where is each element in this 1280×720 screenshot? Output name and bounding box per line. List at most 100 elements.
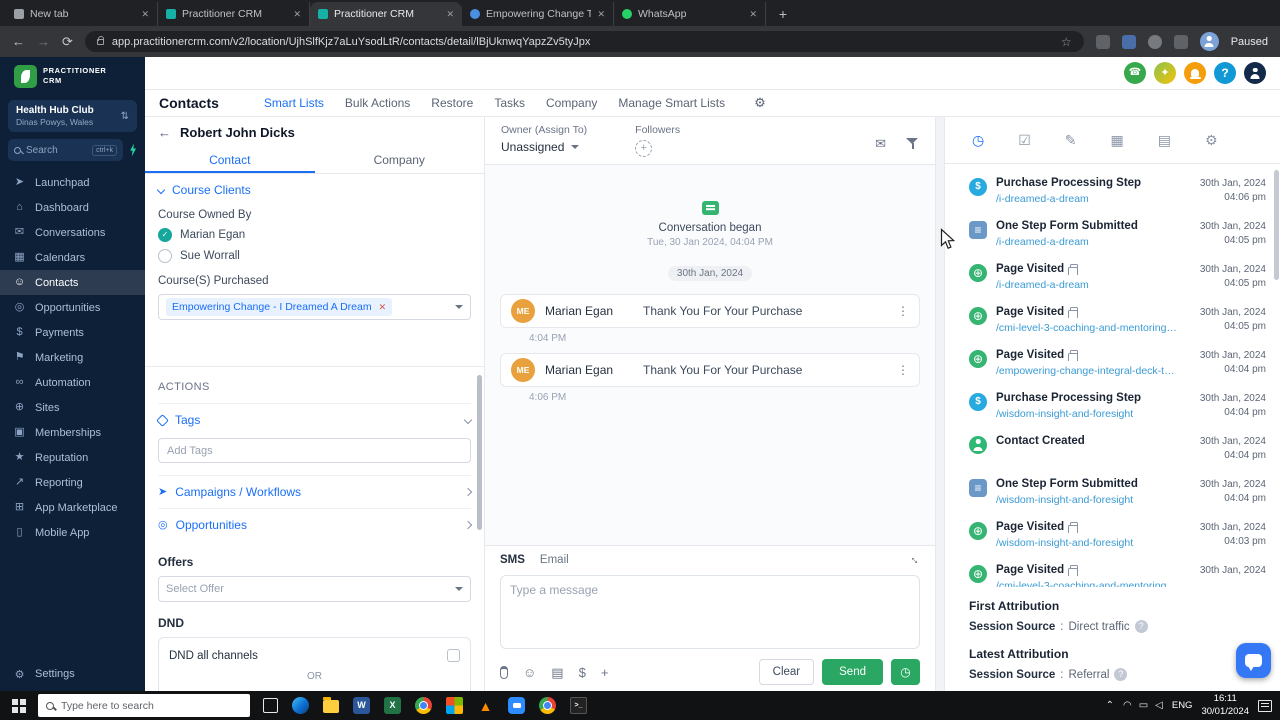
tab-close-icon[interactable]: ✕ xyxy=(446,9,454,20)
tab-close-icon[interactable]: ✕ xyxy=(293,9,301,20)
message-menu-icon[interactable]: ⋮ xyxy=(897,363,909,377)
timeline-link[interactable]: /cmi-level-3-coaching-and-mentoring-page… xyxy=(996,580,1179,587)
browser-tab[interactable]: WhatsApp ✕ xyxy=(614,2,766,26)
taskbar-app-icon[interactable]: W xyxy=(353,697,370,714)
taskbar-app-icon[interactable]: ▲ xyxy=(477,697,494,714)
brand-logo[interactable]: PRACTITIONER CRM xyxy=(0,57,145,95)
tab-close-icon[interactable]: ✕ xyxy=(597,9,605,20)
course-purchased-select[interactable]: Empowering Change - I Dreamed A Dream ✕ xyxy=(158,294,471,320)
sidebar-item[interactable]: ▯ Mobile App xyxy=(0,520,145,545)
composer-tab[interactable]: Email xyxy=(540,554,569,566)
add-tags-input[interactable] xyxy=(158,438,471,463)
taskbar-app-icon[interactable] xyxy=(415,697,432,714)
sidebar-item-settings[interactable]: ⚙ Settings xyxy=(0,657,145,691)
select-offer-dropdown[interactable]: Select Offer xyxy=(158,576,471,602)
opportunities-toggle[interactable]: ◎ Opportunities xyxy=(158,508,473,541)
browser-profile-avatar[interactable] xyxy=(1199,32,1219,51)
academy-icon[interactable]: ✦ xyxy=(1154,62,1176,84)
timeline-item[interactable]: Page Visited /empowering-change-integral… xyxy=(969,344,1266,387)
schedule-send-button[interactable]: ◷ xyxy=(891,659,920,685)
message-input[interactable] xyxy=(510,583,910,641)
sidebar-item[interactable]: ⌂ Dashboard xyxy=(0,195,145,220)
timeline-link[interactable]: /wisdom-insight-and-foresight xyxy=(996,537,1179,549)
taskbar-app-icon[interactable] xyxy=(292,697,309,714)
start-button[interactable] xyxy=(0,691,38,720)
copy-icon[interactable] xyxy=(1067,350,1079,361)
contacts-nav-tab[interactable]: Smart Lists xyxy=(264,96,324,110)
phone-icon[interactable]: ☎ xyxy=(1124,62,1146,84)
timeline-item[interactable]: Page Visited /wisdom-insight-and-foresig… xyxy=(969,516,1266,559)
activity-tab-icon[interactable]: ☑ xyxy=(1018,133,1031,147)
help-icon[interactable]: ? xyxy=(1214,62,1236,84)
tray-icon[interactable]: ▭ xyxy=(1139,700,1148,711)
copy-icon[interactable] xyxy=(1067,522,1079,533)
timeline-item[interactable]: Purchase Processing Step /i-dreamed-a-dr… xyxy=(969,172,1266,215)
copy-icon[interactable] xyxy=(1067,264,1079,275)
template-icon[interactable]: ▤ xyxy=(551,666,563,679)
taskbar-app-icon[interactable] xyxy=(508,697,525,714)
message-card[interactable]: ME Marian Egan Thank You For Your Purcha… xyxy=(500,294,920,328)
sidebar-item[interactable]: $ Payments xyxy=(0,320,145,345)
taskbar-app-icon[interactable] xyxy=(539,697,556,714)
contact-panel-scrollbar[interactable] xyxy=(477,375,482,530)
browser-tab[interactable]: Empowering Change Thank Yo... ✕ xyxy=(462,2,614,26)
back-button[interactable]: ← xyxy=(158,125,171,140)
attachment-icon[interactable] xyxy=(500,665,508,679)
emoji-icon[interactable]: ☺ xyxy=(523,666,536,679)
course-clients-section-toggle[interactable]: Course Clients xyxy=(156,183,471,197)
email-thread-icon[interactable]: ✉ xyxy=(875,137,886,150)
timeline-item[interactable]: Page Visited /i-dreamed-a-dream 30th Jan… xyxy=(969,258,1266,301)
timeline-item[interactable]: Contact Created 30th Jan, 2024 04:04 pm xyxy=(969,430,1266,473)
sync-paused-label[interactable]: Paused xyxy=(1231,36,1268,48)
language-indicator[interactable]: ENG xyxy=(1172,700,1193,711)
add-follower-button[interactable]: + xyxy=(635,140,653,157)
sidebar-item[interactable]: ★ Reputation xyxy=(0,445,145,470)
timeline-item[interactable]: Page Visited /cmi-level-3-coaching-and-m… xyxy=(969,559,1266,587)
timeline-link[interactable]: /i-dreamed-a-dream xyxy=(996,279,1179,291)
browser-back-icon[interactable]: ← xyxy=(12,35,25,48)
filter-icon[interactable] xyxy=(906,138,919,149)
chip-remove-icon[interactable]: ✕ xyxy=(379,302,387,313)
timeline-link[interactable]: /i-dreamed-a-dream xyxy=(996,193,1179,205)
contacts-nav-tab[interactable]: Manage Smart Lists xyxy=(618,96,725,110)
message-card[interactable]: ME Marian Egan Thank You For Your Purcha… xyxy=(500,353,920,387)
contacts-nav-tab[interactable]: Company xyxy=(546,96,597,110)
clear-button[interactable]: Clear xyxy=(758,659,815,685)
sidebar-search-input[interactable] xyxy=(26,144,88,156)
help-icon[interactable]: ? xyxy=(1134,620,1148,633)
timeline-link[interactable]: /wisdom-insight-and-foresight xyxy=(996,494,1179,506)
taskbar-clock[interactable]: 16:11 30/01/2024 xyxy=(1201,693,1249,718)
profile-avatar[interactable] xyxy=(1244,62,1266,84)
copy-icon[interactable] xyxy=(1067,565,1079,576)
sidebar-search[interactable]: ctrl+k xyxy=(8,139,123,161)
copy-icon[interactable] xyxy=(1067,307,1079,318)
radio-icon[interactable] xyxy=(158,249,172,263)
activity-tab-icon[interactable]: ⚙ xyxy=(1205,133,1218,147)
taskbar-search-input[interactable] xyxy=(61,699,242,712)
timeline-item[interactable]: Page Visited /cmi-level-3-coaching-and-m… xyxy=(969,301,1266,344)
browser-refresh-icon[interactable]: ⟳ xyxy=(62,35,73,48)
browser-tab[interactable]: Practitioner CRM ✕ xyxy=(310,2,462,26)
course-owner-option[interactable]: Sue Worrall xyxy=(158,249,471,263)
message-menu-icon[interactable]: ⋮ xyxy=(897,304,909,318)
tab-close-icon[interactable]: ✕ xyxy=(141,9,149,20)
taskbar-search[interactable] xyxy=(38,694,250,717)
payment-request-icon[interactable]: $ xyxy=(579,666,586,679)
site-info-lock-icon[interactable] xyxy=(96,35,105,45)
tags-section-toggle[interactable]: Tags xyxy=(156,403,473,436)
owner-dropdown[interactable]: Unassigned xyxy=(501,140,587,154)
sidebar-item[interactable]: ▦ Calendars xyxy=(0,245,145,270)
location-switcher[interactable]: Health Hub Club Dinas Powys, Wales ⇅ xyxy=(8,100,137,132)
contacts-nav-tab[interactable]: Restore xyxy=(431,96,473,110)
send-button[interactable]: Send xyxy=(822,659,883,685)
campaigns-workflows-toggle[interactable]: ➤ Campaigns / Workflows xyxy=(158,475,473,508)
new-tab-button[interactable]: + xyxy=(772,3,794,25)
taskbar-app-icon[interactable] xyxy=(446,697,463,714)
sidebar-item[interactable]: ➤ Launchpad xyxy=(0,170,145,195)
action-center-icon[interactable] xyxy=(1258,699,1272,712)
bookmark-star-icon[interactable]: ☆ xyxy=(1061,35,1072,49)
extension-icon[interactable] xyxy=(1147,34,1162,49)
sidebar-item[interactable]: ⊞ App Marketplace xyxy=(0,495,145,520)
timeline-item[interactable]: Purchase Processing Step /wisdom-insight… xyxy=(969,387,1266,430)
url-bar[interactable]: app.practitionercrm.com/v2/location/UjhS… xyxy=(84,31,1084,52)
